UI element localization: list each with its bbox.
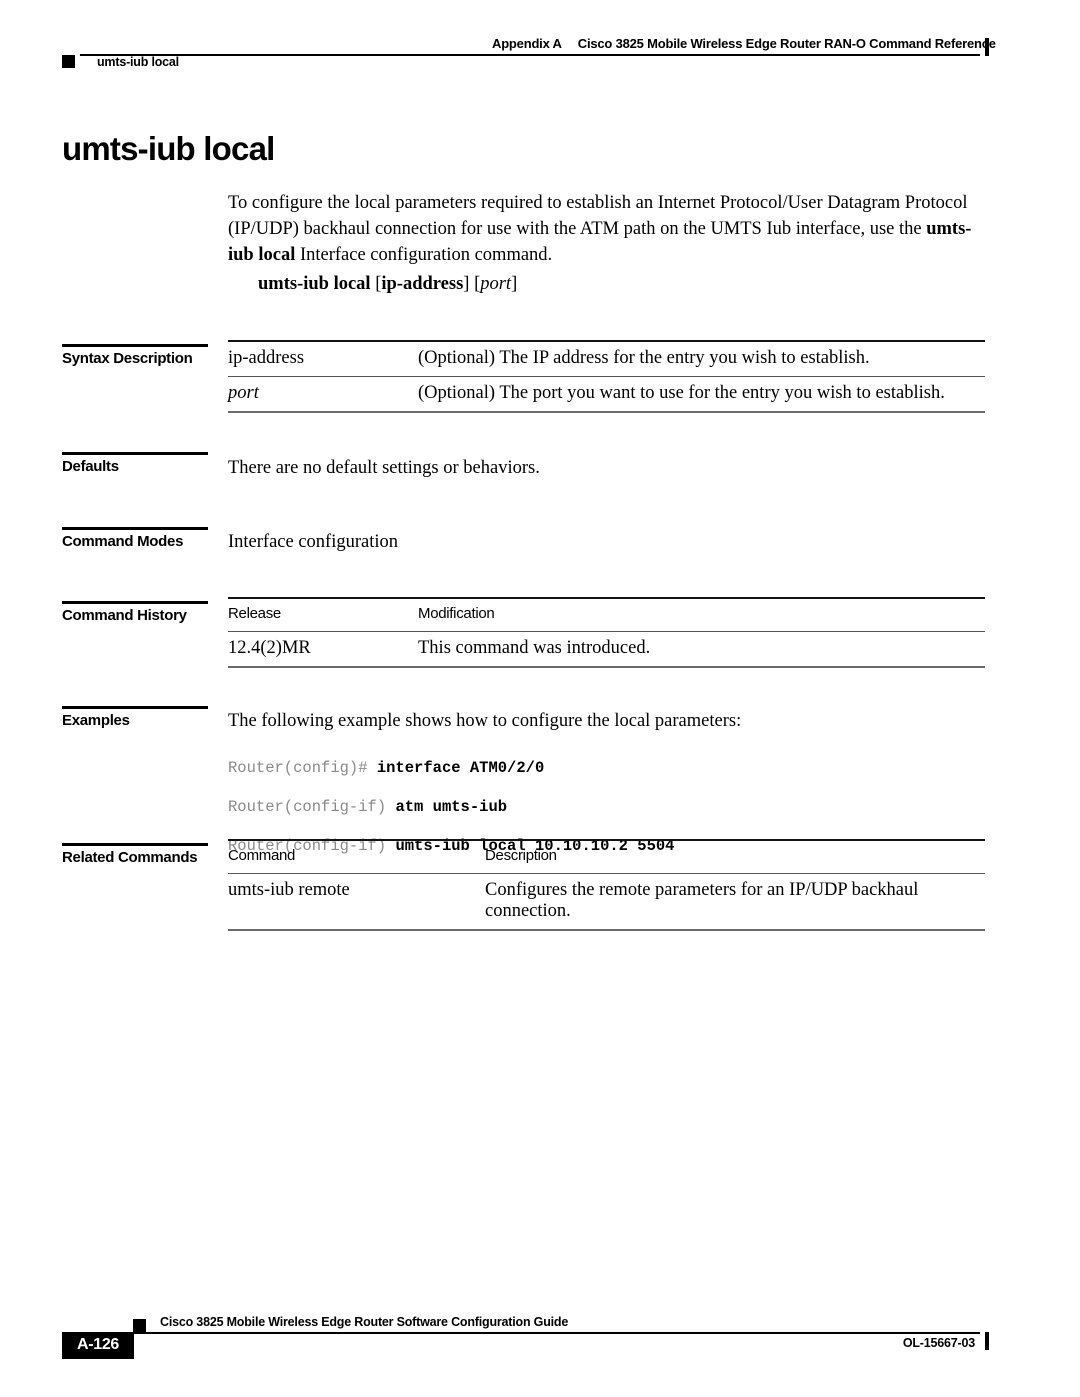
syntax-arg-port: port — [480, 274, 512, 294]
syntax-description-table: ip-address (Optional) The IP address for… — [228, 340, 985, 413]
syntax-arg-ip-address: ip-address — [381, 274, 464, 294]
section-label-examples: Examples — [62, 706, 208, 729]
table-row: ip-address (Optional) The IP address for… — [228, 340, 985, 377]
code-prompt: Router(config)# — [228, 758, 377, 777]
column-header-description: Description — [485, 839, 985, 874]
section-label-command-history: Command History — [62, 601, 208, 624]
syntax-command: umts-iub local — [258, 274, 371, 294]
code-prompt: Router(config-if) — [228, 797, 396, 816]
intro-text-1: To configure the local parameters requir… — [228, 193, 968, 239]
column-header-modification: Modification — [418, 597, 985, 632]
history-modification-value: This command was introduced. — [418, 631, 985, 668]
section-body-command-modes: Interface configuration — [228, 532, 399, 552]
footer-guide-title: Cisco 3825 Mobile Wireless Edge Router S… — [160, 1315, 569, 1329]
syntax-term-ip-address: ip-address — [228, 340, 418, 377]
syntax-desc-ip-address: (Optional) The IP address for the entry … — [418, 340, 985, 377]
footer-edge-tick — [985, 1332, 989, 1350]
related-command-name: umts-iub remote — [228, 873, 485, 931]
code-line: Router(config-if) atm umts-iub — [228, 798, 674, 818]
intro-text-2: Interface configuration command. — [295, 245, 553, 265]
section-label-related-commands: Related Commands — [62, 843, 209, 866]
page-header: umts-iub local Appendix A Cisco 3825 Mobi… — [0, 0, 1080, 80]
command-history-table: Release Modification 12.4(2)MR This comm… — [228, 597, 985, 668]
header-running-command: umts-iub local — [97, 55, 179, 69]
syntax-close-bracket-1: ] — [463, 274, 475, 294]
syntax-open-bracket-1: [ — [370, 274, 382, 294]
related-command-description: Configures the remote parameters for an … — [485, 873, 985, 931]
section-label-command-modes: Command Modes — [62, 527, 209, 550]
section-body-examples: The following example shows how to confi… — [228, 711, 742, 731]
table-row: 12.4(2)MR This command was introduced. — [228, 631, 985, 668]
syntax-desc-port: (Optional) The port you want to use for … — [418, 376, 985, 413]
header-chapter-label: Appendix A — [492, 36, 562, 51]
section-label-defaults: Defaults — [62, 452, 208, 475]
syntax-term-port: port — [228, 376, 418, 413]
code-command: interface ATM0/2/0 — [376, 758, 545, 777]
table-header-row: Command Description — [228, 839, 985, 874]
header-chapter-title: Cisco 3825 Mobile Wireless Edge Router R… — [577, 36, 996, 51]
code-line: Router(config)# interface ATM0/2/0 — [228, 759, 674, 779]
related-commands-table: Command Description umts-iub remote Conf… — [228, 839, 985, 931]
footer-document-number: OL-15667-03 — [902, 1336, 975, 1350]
history-release-value: 12.4(2)MR — [228, 631, 418, 668]
command-syntax-line: umts-iub local [ip-address] [port] — [258, 274, 517, 295]
section-body-defaults: There are no default settings or behavio… — [228, 458, 540, 478]
header-chapter-info: Appendix A Cisco 3825 Mobile Wireless Edg… — [492, 36, 996, 51]
page-title: umts-iub local — [62, 130, 275, 167]
footer-bullet-square-icon — [133, 1319, 146, 1332]
table-row: port (Optional) The port you want to use… — [228, 376, 985, 413]
document-page: umts-iub local Appendix A Cisco 3825 Mobi… — [0, 0, 1080, 1397]
section-label-syntax-description: Syntax Description — [62, 344, 209, 367]
header-rule — [80, 54, 980, 56]
header-bullet-square-icon — [62, 55, 75, 68]
intro-paragraph: To configure the local parameters requir… — [228, 190, 990, 268]
column-header-command: Command — [228, 839, 485, 874]
code-command: atm umts-iub — [395, 797, 508, 816]
column-header-release: Release — [228, 597, 418, 632]
table-row: umts-iub remote Configures the remote pa… — [228, 873, 985, 931]
footer-rule — [133, 1332, 980, 1334]
table-header-row: Release Modification — [228, 597, 985, 632]
syntax-close-bracket-2: ] — [511, 274, 518, 294]
